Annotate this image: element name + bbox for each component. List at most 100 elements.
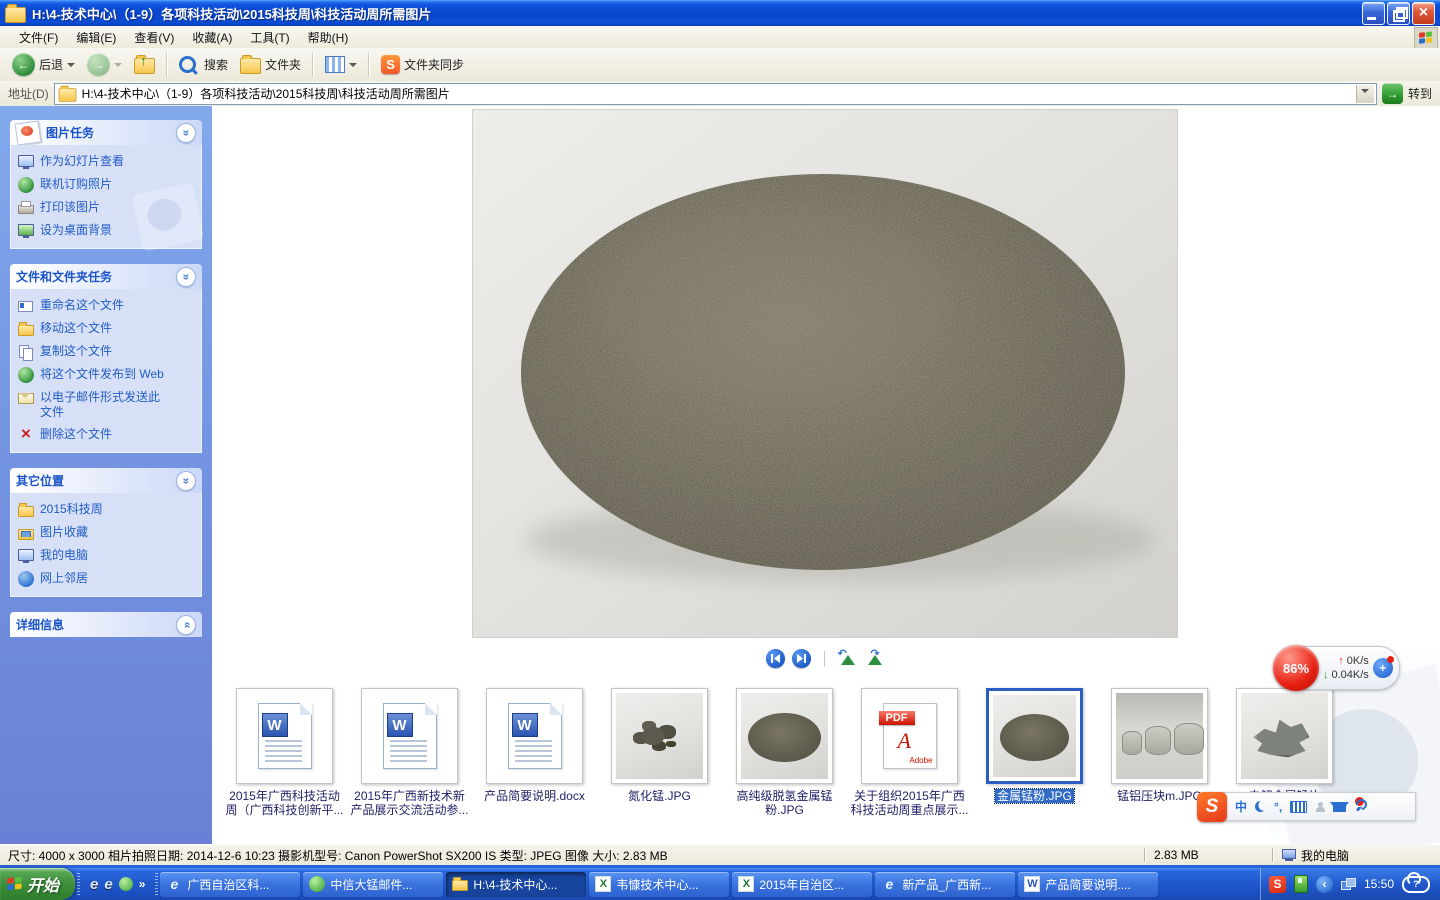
place-my-computer[interactable]: 我的电脑: [18, 548, 194, 564]
tray-clock[interactable]: 15:50: [1364, 877, 1394, 891]
task-copy-file[interactable]: 复制这个文件: [18, 344, 194, 360]
usb-tray-icon[interactable]: [1294, 875, 1308, 893]
folder-sync-button[interactable]: S 文件夹同步: [377, 55, 468, 74]
back-button[interactable]: ← 后退: [8, 53, 79, 76]
start-button[interactable]: 开始: [0, 868, 75, 900]
restore-button[interactable]: [1387, 2, 1410, 25]
menu-favorites[interactable]: 收藏(A): [183, 27, 241, 48]
previous-image-button[interactable]: [766, 649, 785, 668]
file-item[interactable]: W 产品简要说明.docx: [472, 688, 597, 817]
word-document-thumbnail[interactable]: W: [236, 688, 333, 784]
sogou-logo-icon[interactable]: S: [1197, 792, 1227, 822]
collapse-chevron-icon[interactable]: »: [176, 267, 196, 287]
picture-tasks-header[interactable]: 图片任务 »: [10, 120, 202, 145]
place-2015-tech-week[interactable]: 2015科技周: [18, 502, 194, 518]
task-button-ie[interactable]: e 广西自治区科...: [160, 872, 300, 897]
address-input[interactable]: H:\4-技术中心\（1-9）各项科技活动\2015科技周\科技活动周所需图片: [54, 83, 1377, 105]
up-button[interactable]: ↑: [130, 55, 159, 74]
menu-file[interactable]: 文件(F): [10, 27, 67, 48]
folders-button[interactable]: 文件夹: [236, 55, 305, 74]
toolbox-icon[interactable]: [1354, 800, 1367, 813]
soft-keyboard-icon[interactable]: [1290, 801, 1307, 813]
preview-image-manganese-powder[interactable]: [473, 110, 1177, 637]
word-document-thumbnail[interactable]: W: [486, 688, 583, 784]
file-name-selected[interactable]: 金属锰粉.JPG: [995, 789, 1074, 803]
task-button-mail[interactable]: 中信大锰邮件...: [303, 872, 443, 897]
file-item-selected[interactable]: 金属锰粉.JPG: [972, 688, 1097, 817]
place-my-pictures[interactable]: 图片收藏: [18, 525, 194, 541]
expand-chevron-icon[interactable]: »: [176, 615, 196, 635]
task-publish-to-web[interactable]: 将这个文件发布到 Web: [18, 367, 194, 383]
collapse-chevron-icon[interactable]: »: [176, 471, 196, 491]
file-tasks-header[interactable]: 文件和文件夹任务 »: [10, 264, 202, 289]
browser-quicklaunch-icon[interactable]: [119, 877, 133, 891]
file-item[interactable]: PDFAAdobe 关于组织2015年广西科技活动周重点展示...: [847, 688, 972, 817]
rotate-counterclockwise-button[interactable]: [838, 651, 858, 667]
ime-mode-toggle[interactable]: 中: [1235, 798, 1247, 815]
file-name[interactable]: 关于组织2015年广西科技活动周重点展示...: [849, 789, 971, 817]
file-name[interactable]: 2015年广西新技术新产品展示交流活动参...: [349, 789, 471, 817]
other-places-header[interactable]: 其它位置 »: [10, 468, 202, 493]
forward-button[interactable]: →: [83, 53, 126, 76]
search-button[interactable]: 搜索: [175, 56, 232, 73]
file-item[interactable]: W 2015年广西新技术新产品展示交流活动参...: [347, 688, 472, 817]
menu-edit[interactable]: 编辑(E): [67, 27, 125, 48]
menu-view[interactable]: 查看(V): [125, 27, 183, 48]
ie-quicklaunch-icon[interactable]: e: [104, 876, 112, 893]
weather-cloud-icon[interactable]: ?: [1402, 876, 1430, 893]
task-button-ie[interactable]: e 新产品_广西新...: [875, 872, 1015, 897]
menu-help[interactable]: 帮助(H): [299, 27, 358, 48]
minimize-button[interactable]: [1362, 2, 1385, 25]
details-header[interactable]: 详细信息 »: [10, 612, 202, 637]
fullwidth-toggle-icon[interactable]: [1254, 800, 1267, 813]
task-email-file[interactable]: 以电子邮件形式发送此文件: [18, 390, 194, 420]
task-set-as-desktop-background[interactable]: 设为桌面背景: [18, 223, 194, 239]
sogou-ime-toolbar[interactable]: S 中 °,: [1202, 792, 1416, 821]
rotate-clockwise-button[interactable]: [865, 651, 885, 667]
task-order-prints-online[interactable]: 联机订购照片: [18, 177, 194, 193]
accelerate-button[interactable]: +: [1373, 658, 1393, 678]
word-document-thumbnail[interactable]: W: [361, 688, 458, 784]
go-button[interactable]: →: [1382, 83, 1403, 104]
speed-monitor-widget[interactable]: 86% ↑0K/s ↓0.04K/s +: [1274, 646, 1400, 690]
views-button[interactable]: [321, 56, 361, 73]
task-button-explorer-active[interactable]: H:\4-技术中心...: [446, 872, 586, 897]
file-name[interactable]: 锰铝压块m.JPG: [1117, 789, 1202, 803]
task-rename-file[interactable]: 重命名这个文件: [18, 298, 194, 314]
file-name[interactable]: 氮化锰.JPG: [628, 789, 691, 803]
address-dropdown-icon[interactable]: [1356, 85, 1374, 103]
photo-thumbnail-flakes[interactable]: [1236, 688, 1333, 784]
file-item[interactable]: 高纯级脱氢金属锰粉.JPG: [722, 688, 847, 817]
pdf-document-thumbnail[interactable]: PDFAAdobe: [861, 688, 958, 784]
task-button-excel[interactable]: X 韦慷技术中心...: [589, 872, 729, 897]
ie-quicklaunch-icon[interactable]: e: [90, 876, 98, 893]
close-button[interactable]: [1412, 2, 1435, 25]
quicklaunch-overflow-chevron[interactable]: »: [139, 877, 146, 891]
task-delete-file[interactable]: × 删除这个文件: [18, 427, 194, 443]
task-button-excel[interactable]: X 2015年自治区...: [732, 872, 872, 897]
file-name[interactable]: 高纯级脱氢金属锰粉.JPG: [724, 789, 846, 817]
file-name[interactable]: 产品简要说明.docx: [484, 789, 585, 803]
sogou-tray-icon[interactable]: S: [1269, 876, 1286, 893]
photo-thumbnail-powder-pile[interactable]: [736, 688, 833, 784]
file-item[interactable]: W 2015年广西科技活动周（广西科技创新平...: [222, 688, 347, 817]
network-tray-icon[interactable]: [1341, 878, 1356, 891]
task-print-picture[interactable]: 打印该图片: [18, 200, 194, 216]
punctuation-toggle[interactable]: °,: [1274, 800, 1282, 814]
task-view-as-slideshow[interactable]: 作为幻灯片查看: [18, 154, 194, 170]
back-dropdown-icon[interactable]: [67, 63, 75, 71]
health-score-badge[interactable]: 86%: [1273, 645, 1319, 691]
skin-icon[interactable]: [1333, 802, 1346, 812]
next-image-button[interactable]: [792, 649, 811, 668]
photo-thumbnail-lumps[interactable]: [611, 688, 708, 784]
task-button-word[interactable]: W 产品简要说明....: [1018, 872, 1158, 897]
account-icon[interactable]: [1315, 802, 1325, 812]
photo-thumbnail-powder-pile-selected[interactable]: [986, 688, 1083, 784]
menu-tools[interactable]: 工具(T): [241, 27, 298, 48]
photo-thumbnail-briquettes[interactable]: [1111, 688, 1208, 784]
task-move-file[interactable]: 移动这个文件: [18, 321, 194, 337]
hidden-icons-chevron[interactable]: ‹: [1316, 876, 1333, 893]
file-name[interactable]: 2015年广西科技活动周（广西科技创新平...: [224, 789, 346, 817]
file-item[interactable]: 氮化锰.JPG: [597, 688, 722, 817]
collapse-chevron-icon[interactable]: »: [176, 123, 196, 143]
